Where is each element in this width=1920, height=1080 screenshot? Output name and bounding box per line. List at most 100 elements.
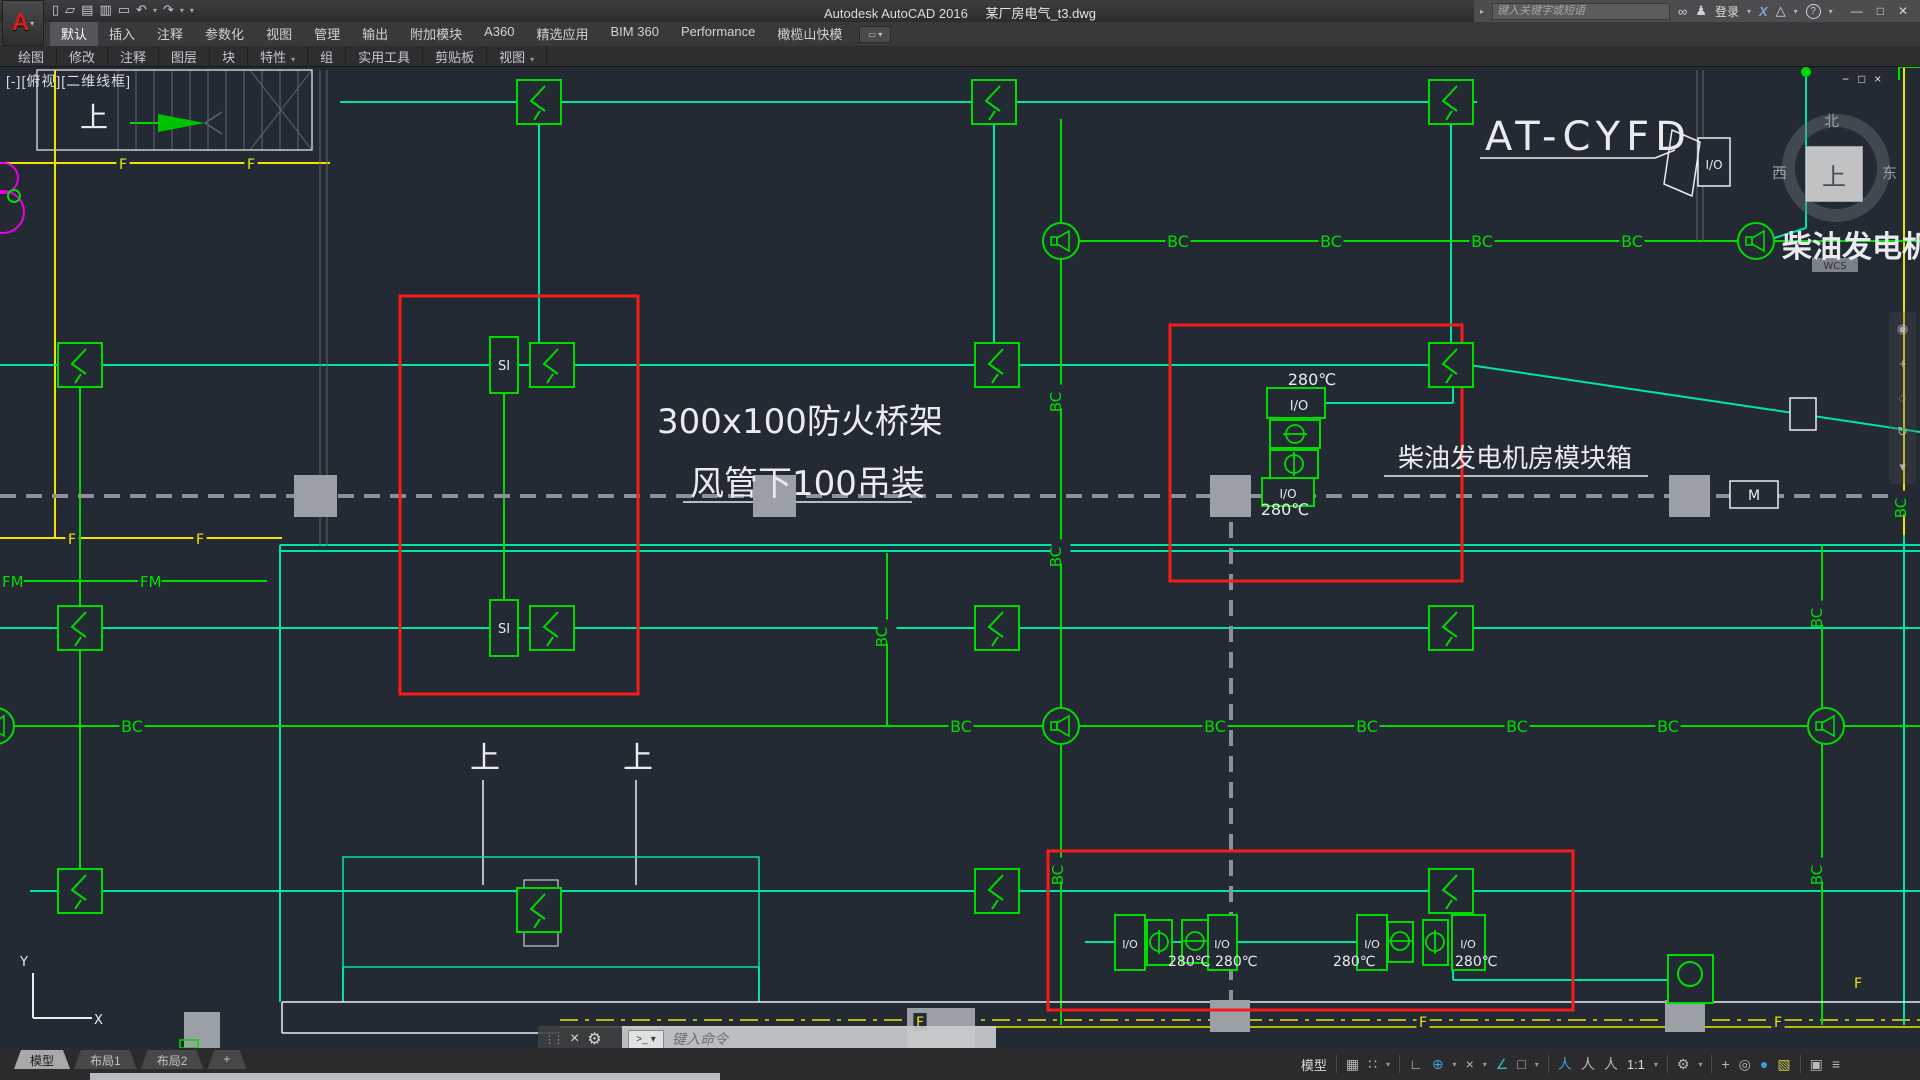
search-icon[interactable]: ∞ bbox=[1678, 4, 1687, 19]
cad-text: F bbox=[68, 532, 76, 548]
a360-icon[interactable]: △ bbox=[1776, 3, 1786, 19]
drawing-canvas: AT-CYFD300x100防火桥架风管下100吊装柴油发电机房模块箱柴油发电机… bbox=[0, 0, 1920, 1080]
tab-insert[interactable]: 插入 bbox=[98, 21, 146, 46]
command-customize-icon[interactable]: ⚙ bbox=[587, 1029, 601, 1049]
tab-bim360[interactable]: BIM 360 bbox=[600, 21, 670, 46]
cad-text: 上 bbox=[80, 101, 108, 134]
tab-manage[interactable]: 管理 bbox=[303, 21, 351, 46]
model-space-button[interactable]: 模型 bbox=[1301, 1055, 1327, 1074]
panel-clipboard[interactable]: 剪贴板 bbox=[423, 46, 487, 67]
tab-layout2[interactable]: 布局2 bbox=[141, 1050, 204, 1069]
app-menu-button[interactable]: A ▾ bbox=[2, 0, 44, 46]
command-close-icon[interactable]: × bbox=[570, 1030, 579, 1048]
cad-rect bbox=[1210, 475, 1251, 517]
cad-text: F bbox=[1419, 1015, 1427, 1031]
annotation-scale-value[interactable]: 1:1 bbox=[1627, 1057, 1645, 1072]
drag-grip-icon[interactable]: ⋮⋮ bbox=[544, 1033, 562, 1046]
viewport-minimize-icon[interactable]: − bbox=[1842, 72, 1849, 86]
pan-icon[interactable]: + bbox=[1899, 356, 1907, 371]
navbar-more-icon[interactable]: ▾ bbox=[1899, 459, 1906, 475]
close-button[interactable]: ✕ bbox=[1898, 4, 1908, 18]
customize-button[interactable]: ≡ bbox=[1832, 1056, 1840, 1072]
flyout-arrow-icon[interactable]: ▾ bbox=[291, 55, 295, 64]
viewport-restore-icon[interactable]: □ bbox=[1858, 72, 1865, 86]
tab-performance[interactable]: Performance bbox=[670, 21, 766, 46]
tab-ganlanshan[interactable]: 橄榄山快模 bbox=[766, 21, 853, 46]
osnap-dropdown-icon[interactable]: ▾ bbox=[1535, 1060, 1539, 1069]
tab-annotate[interactable]: 注释 bbox=[146, 21, 194, 46]
tab-featured-apps[interactable]: 精选应用 bbox=[526, 21, 600, 46]
isodraft-toggle[interactable]: ∠ bbox=[1496, 1056, 1509, 1073]
panel-layers[interactable]: 图层 bbox=[159, 46, 210, 67]
exchange-apps-icon[interactable]: X bbox=[1759, 4, 1768, 19]
panel-block[interactable]: 块 bbox=[210, 46, 248, 67]
snap-toggle[interactable]: ∷ bbox=[1368, 1056, 1377, 1073]
viewcube[interactable]: 北 西 东 上 bbox=[1774, 96, 1899, 221]
snap-dropdown-icon[interactable]: ▾ bbox=[1386, 1060, 1390, 1069]
annotation-monitor-toggle[interactable]: + bbox=[1721, 1056, 1729, 1072]
tab-a360[interactable]: A360 bbox=[473, 21, 525, 46]
isolate-objects-button[interactable]: ◎ bbox=[1739, 1056, 1751, 1073]
panel-draw[interactable]: 绘图 bbox=[6, 46, 57, 67]
viewcube-north-label[interactable]: 北 bbox=[1824, 110, 1839, 131]
panel-modify[interactable]: 修改 bbox=[57, 46, 108, 67]
workspace-dropdown-icon[interactable]: ▾ bbox=[1698, 1060, 1702, 1069]
grid-toggle[interactable]: ▦ bbox=[1346, 1056, 1359, 1073]
object-snap-toggle[interactable]: □ bbox=[1517, 1056, 1525, 1072]
a360-dropdown-icon[interactable]: ▾ bbox=[1794, 7, 1798, 16]
object-snap-tracking-toggle[interactable]: × bbox=[1466, 1056, 1474, 1072]
viewcube-east-label[interactable]: 东 bbox=[1882, 162, 1897, 183]
panel-groups[interactable]: 组 bbox=[308, 46, 346, 67]
recent-commands-chip[interactable]: >_ ▾ bbox=[628, 1030, 664, 1049]
polar-tracking-toggle[interactable]: ⊕ bbox=[1432, 1056, 1444, 1073]
panel-utilities[interactable]: 实用工具 bbox=[346, 46, 423, 67]
cad-text: X bbox=[94, 1013, 103, 1028]
viewport-controls[interactable]: [-][俯视][二维线框] bbox=[6, 71, 131, 91]
viewport-close-icon[interactable]: × bbox=[1874, 72, 1881, 86]
recent-commands-caret-icon[interactable]: ▾ bbox=[651, 1034, 656, 1045]
performance-tuner-icon[interactable]: ▧ bbox=[1777, 1056, 1790, 1073]
user-icon[interactable]: ♟ bbox=[1695, 3, 1707, 19]
tab-view[interactable]: 视图 bbox=[255, 21, 303, 46]
cad-circle bbox=[8, 190, 20, 202]
ortho-toggle[interactable]: ∟ bbox=[1409, 1056, 1423, 1072]
tab-output[interactable]: 输出 bbox=[351, 21, 399, 46]
panel-annotate[interactable]: 注释 bbox=[108, 46, 159, 67]
cad-text: I/O bbox=[1364, 938, 1380, 951]
panel-view[interactable]: 视图▾ bbox=[487, 46, 547, 67]
workspace-switcher[interactable]: ⚙ bbox=[1677, 1056, 1690, 1073]
orbit-icon[interactable]: ↻ bbox=[1897, 424, 1908, 440]
minimize-button[interactable]: — bbox=[1851, 4, 1863, 18]
search-expand-icon[interactable]: ▸ bbox=[1480, 7, 1484, 16]
cad-text: BC bbox=[873, 627, 891, 648]
help-icon[interactable]: ? bbox=[1806, 4, 1821, 19]
tab-layout1[interactable]: 布局1 bbox=[74, 1050, 137, 1069]
cad-text: I/O bbox=[1214, 938, 1230, 951]
tab-default[interactable]: 默认 bbox=[50, 21, 98, 46]
graphics-performance-toggle[interactable]: ● bbox=[1760, 1056, 1768, 1072]
annotation-scale-icon[interactable]: 人 bbox=[1604, 1054, 1618, 1074]
annotation-scale-dropdown-icon[interactable]: ▾ bbox=[1654, 1060, 1658, 1069]
polar-dropdown-icon[interactable]: ▾ bbox=[1453, 1060, 1457, 1069]
viewcube-top-face[interactable]: 上 bbox=[1805, 146, 1863, 202]
tab-add-layout[interactable]: + bbox=[207, 1050, 246, 1069]
zoom-icon[interactable]: ◌ bbox=[1899, 390, 1907, 405]
flyout-arrow-icon[interactable]: ▾ bbox=[530, 55, 534, 64]
tab-addins[interactable]: 附加模块 bbox=[399, 21, 473, 46]
annotation-visibility-toggle[interactable]: 人 bbox=[1558, 1054, 1572, 1074]
steering-wheel-icon[interactable]: ◉ bbox=[1897, 321, 1908, 337]
panel-properties[interactable]: 特性▾ bbox=[248, 46, 308, 67]
help-search-input[interactable]: 键入关键字或短语 bbox=[1492, 3, 1670, 20]
speaker-symbol bbox=[1043, 708, 1079, 744]
otrack-dropdown-icon[interactable]: ▾ bbox=[1483, 1060, 1487, 1069]
viewcube-west-label[interactable]: 西 bbox=[1772, 162, 1787, 183]
help-dropdown-icon[interactable]: ▾ bbox=[1829, 7, 1833, 16]
sign-in-button[interactable]: 登录 bbox=[1715, 3, 1739, 20]
annotation-autoscale-toggle[interactable]: 人 bbox=[1581, 1054, 1595, 1074]
tab-parametric[interactable]: 参数化 bbox=[194, 21, 255, 46]
tab-model[interactable]: 模型 bbox=[14, 1050, 70, 1069]
sign-in-dropdown-icon[interactable]: ▾ bbox=[1747, 7, 1751, 16]
fullscreen-toggle[interactable]: ▣ bbox=[1810, 1056, 1823, 1073]
ribbon-cycle-button[interactable]: ▭ ▾ bbox=[859, 26, 891, 43]
restore-button[interactable]: □ bbox=[1877, 4, 1884, 18]
